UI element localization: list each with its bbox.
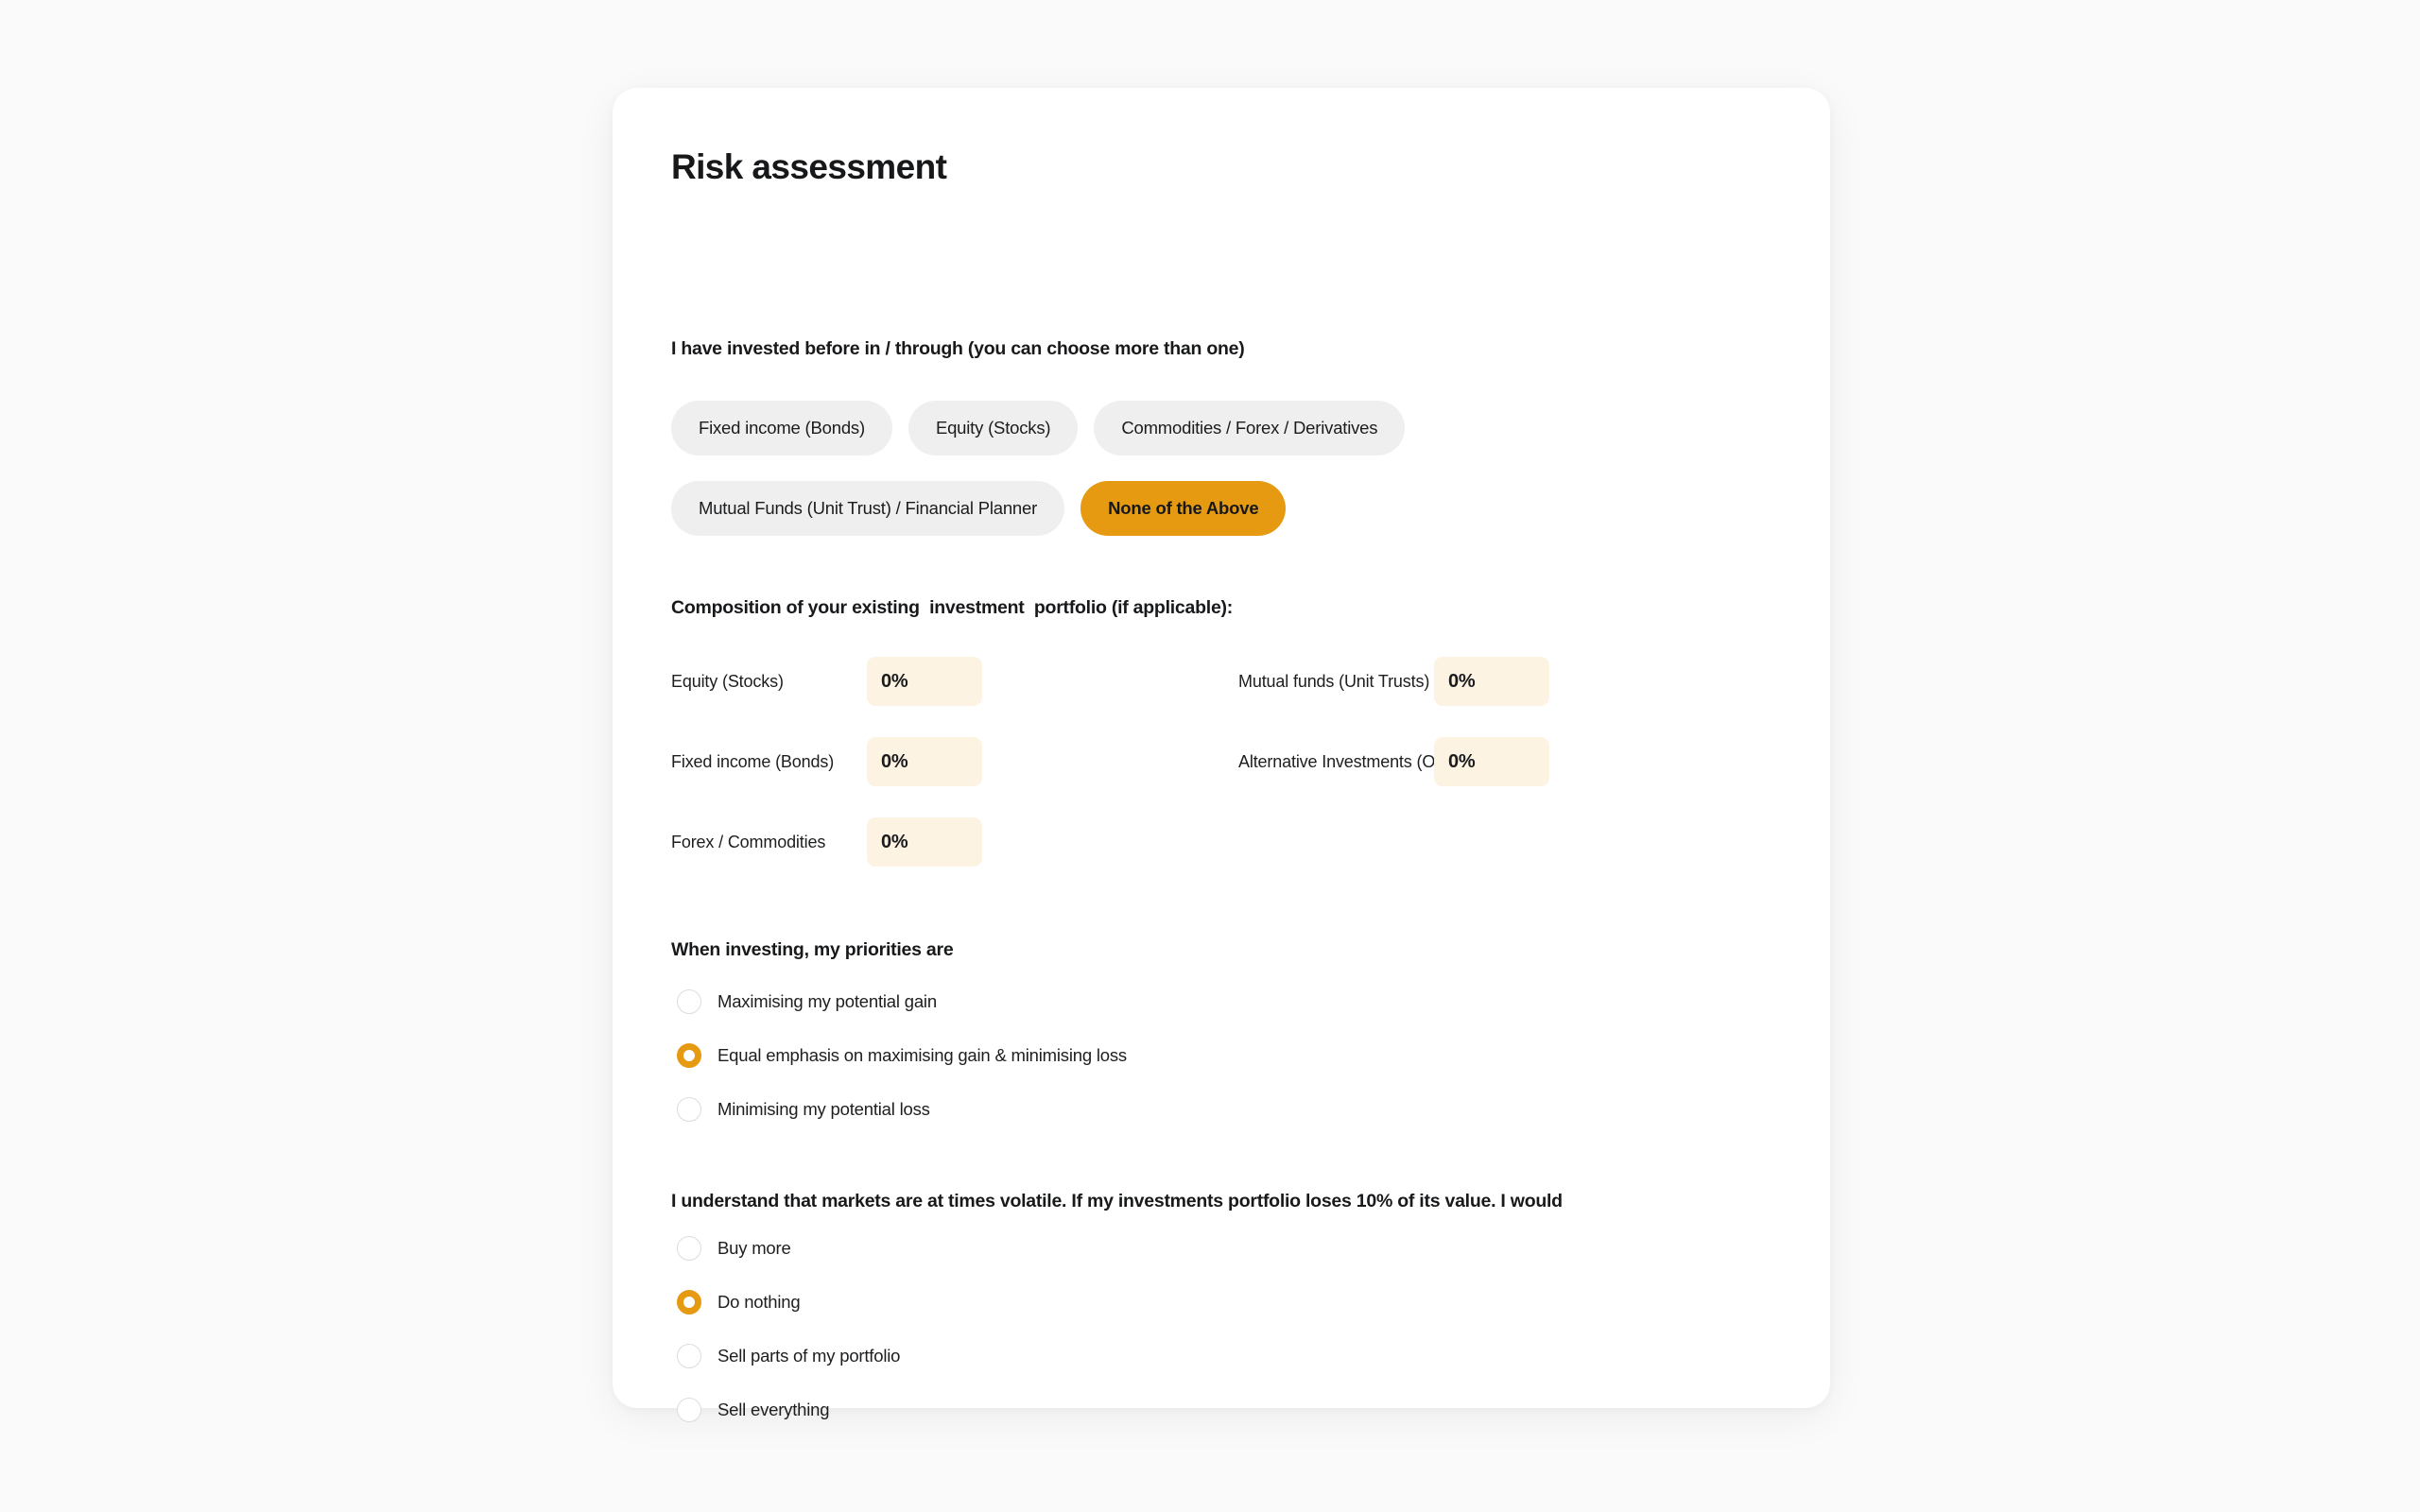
chip-row-investment-types-2: Mutual Funds (Unit Trust) / Financial Pl… (671, 481, 1287, 536)
radio-option-sell-everything[interactable]: Sell everything (677, 1394, 900, 1426)
radio-group-market-volatility: Buy more Do nothing Sell parts of my por… (677, 1232, 900, 1448)
radio-label: Sell everything (717, 1400, 830, 1419)
page-title: Risk assessment (671, 147, 947, 186)
page-root: Risk assessment I have invested before i… (0, 0, 2420, 1512)
radio-icon (677, 1097, 701, 1122)
composition-input-alternative-investments[interactable] (1434, 737, 1549, 786)
composition-row: Forex / Commodities (671, 817, 1692, 898)
composition-input-equity-stocks[interactable] (867, 657, 982, 706)
composition-cell-equity-stocks: Equity (Stocks) (671, 657, 982, 706)
question-label-investing-priorities: When investing, my priorities are (671, 939, 954, 960)
radio-option-equal-emphasis[interactable]: Equal emphasis on maximising gain & mini… (677, 1040, 1127, 1072)
radio-label: Maximising my potential gain (717, 991, 937, 1011)
radio-label: Minimising my potential loss (717, 1099, 930, 1119)
radio-selected-icon (677, 1043, 701, 1068)
radio-label: Equal emphasis on maximising gain & mini… (717, 1045, 1127, 1065)
chip-equity-stocks[interactable]: Equity (Stocks) (908, 401, 1079, 455)
radio-option-maximising-gain[interactable]: Maximising my potential gain (677, 986, 1127, 1018)
question-label-investment-experience: I have invested before in / through (you… (671, 338, 1245, 359)
portfolio-composition-grid: Equity (Stocks) Mutual funds (Unit Trust… (671, 657, 1692, 898)
radio-option-do-nothing[interactable]: Do nothing (677, 1286, 900, 1318)
radio-option-buy-more[interactable]: Buy more (677, 1232, 900, 1264)
radio-label: Buy more (717, 1238, 791, 1258)
composition-input-forex-commodities[interactable] (867, 817, 982, 867)
chip-none-of-the-above[interactable]: None of the Above (1080, 481, 1287, 536)
composition-cell-mutual-funds: Mutual funds (Unit Trusts) (1238, 657, 1549, 706)
chip-fixed-income-bonds[interactable]: Fixed income (Bonds) (671, 401, 892, 455)
radio-selected-icon (677, 1290, 701, 1314)
composition-label-equity-stocks: Equity (Stocks) (671, 672, 784, 691)
radio-label: Do nothing (717, 1292, 801, 1312)
radio-option-minimising-loss[interactable]: Minimising my potential loss (677, 1093, 1127, 1125)
radio-icon (677, 1236, 701, 1261)
composition-cell-alternative-investments: Alternative Investments (Othesr) (1238, 737, 1549, 786)
composition-cell-fixed-income-bonds: Fixed income (Bonds) (671, 737, 982, 786)
radio-icon (677, 989, 701, 1014)
composition-label-forex-commodities: Forex / Commodities (671, 833, 826, 851)
risk-assessment-card: Risk assessment I have invested before i… (613, 88, 1830, 1422)
composition-row: Fixed income (Bonds) Alternative Investm… (671, 737, 1692, 817)
composition-label-fixed-income-bonds: Fixed income (Bonds) (671, 752, 835, 771)
radio-option-sell-parts[interactable]: Sell parts of my portfolio (677, 1340, 900, 1372)
composition-row: Equity (Stocks) Mutual funds (Unit Trust… (671, 657, 1692, 737)
radio-icon (677, 1398, 701, 1422)
radio-label: Sell parts of my portfolio (717, 1346, 901, 1366)
chip-commodities-forex-derivatives[interactable]: Commodities / Forex / Derivatives (1094, 401, 1406, 455)
composition-input-mutual-funds[interactable] (1434, 657, 1549, 706)
radio-icon (677, 1344, 701, 1368)
radio-group-investing-priorities: Maximising my potential gain Equal empha… (677, 986, 1127, 1147)
question-label-market-volatility: I understand that markets are at times v… (671, 1191, 1563, 1211)
chip-mutual-funds-financial-planner[interactable]: Mutual Funds (Unit Trust) / Financial Pl… (671, 481, 1065, 536)
chip-row-investment-types-1: Fixed income (Bonds) Equity (Stocks) Com… (671, 401, 1406, 455)
composition-label-mutual-funds: Mutual funds (Unit Trusts) (1238, 672, 1430, 691)
question-label-portfolio-composition: Composition of your existing investment … (671, 597, 1234, 618)
composition-label-alternative-investments: Alternative Investments (Othesr) (1238, 752, 1478, 771)
composition-cell-forex-commodities: Forex / Commodities (671, 817, 982, 867)
composition-input-fixed-income-bonds[interactable] (867, 737, 982, 786)
